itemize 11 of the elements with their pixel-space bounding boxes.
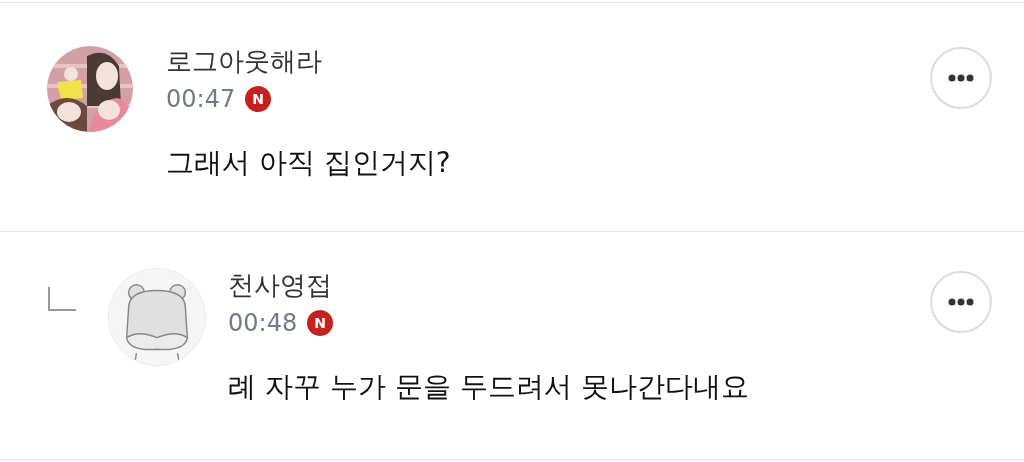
new-badge: N [307, 310, 334, 336]
author-name[interactable]: 로그아웃해라 [166, 44, 930, 78]
comment-text: 그래서 아직 집인거지? [166, 145, 452, 181]
comment-time: 00:48 [228, 308, 298, 338]
reply-icon [47, 286, 77, 312]
author-name[interactable]: 천사영접 [228, 268, 930, 302]
comment-time: 00:47 [166, 84, 236, 114]
comment-text: 례 자꾸 누가 문을 두드려서 못나간다내요 [228, 369, 750, 405]
more-icon [948, 298, 974, 306]
new-badge: N [245, 86, 272, 112]
more-icon [948, 74, 974, 82]
